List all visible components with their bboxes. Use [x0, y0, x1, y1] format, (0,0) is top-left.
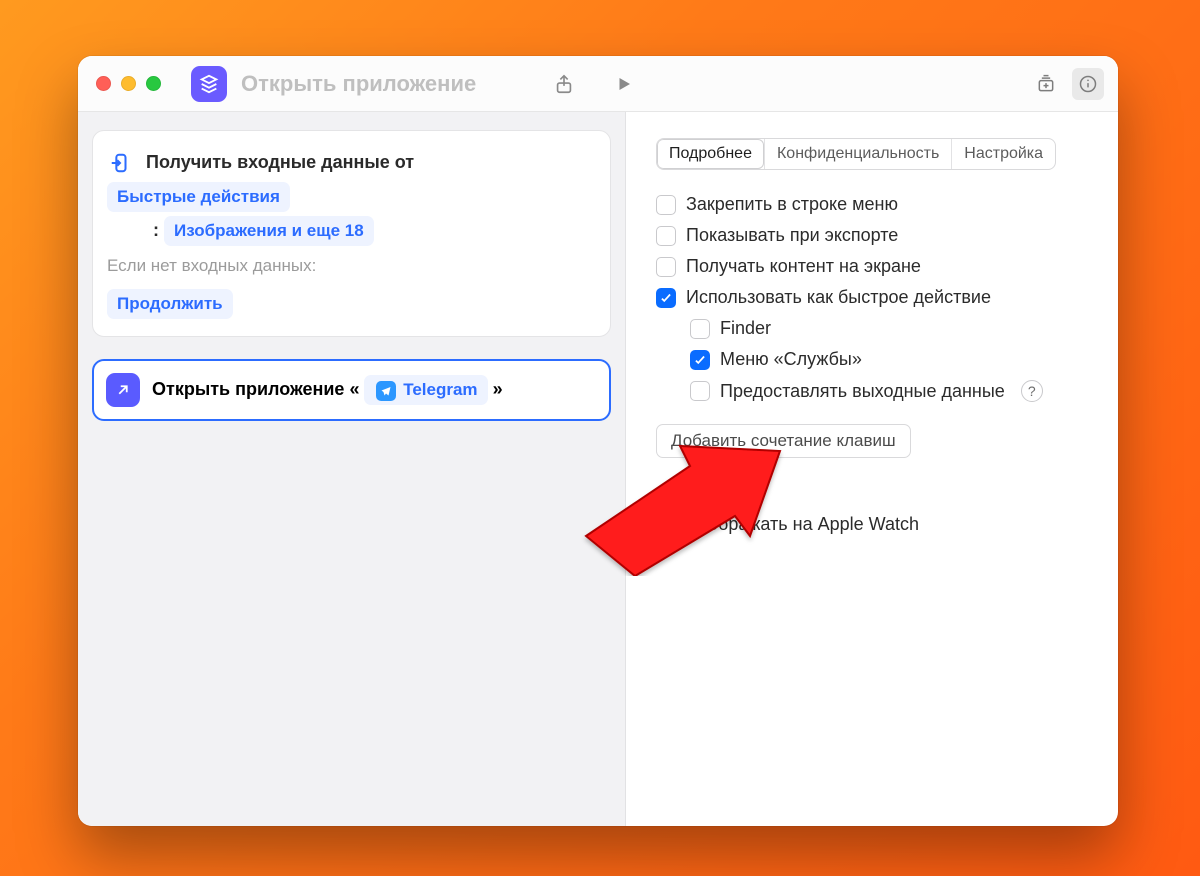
- checkbox[interactable]: [656, 515, 676, 535]
- checkbox[interactable]: [690, 350, 710, 370]
- checkbox[interactable]: [656, 288, 676, 308]
- opt-pin-menu[interactable]: Закрепить в строке меню: [656, 194, 1088, 215]
- open-app-label: Открыть приложение « Telegram »: [152, 375, 503, 405]
- share-button[interactable]: [546, 66, 582, 102]
- opt-provides-output[interactable]: Предоставлять выходные данные ?: [690, 380, 1088, 402]
- tab-details[interactable]: Подробнее: [657, 139, 764, 169]
- opt-finder[interactable]: Finder: [690, 318, 1088, 339]
- window-body: Получить входные данные от Быстрые дейст…: [78, 112, 1118, 826]
- titlebar: Открыть приложение: [78, 56, 1118, 112]
- opt-use-as-quick-action[interactable]: Использовать как быстрое действие: [656, 287, 1088, 308]
- add-keyboard-shortcut-button[interactable]: Добавить сочетание клавиш: [656, 424, 911, 458]
- opt-show-on-watch[interactable]: Отображать на Apple Watch: [656, 514, 1088, 535]
- if-no-inputs-label: Если нет входных данных:: [107, 248, 594, 282]
- checkbox[interactable]: [656, 257, 676, 277]
- opt-label: Отображать на Apple Watch: [686, 514, 919, 535]
- opt-label: Получать контент на экране: [686, 256, 921, 277]
- opt-label: Использовать как быстрое действие: [686, 287, 991, 308]
- info-sidebar-button[interactable]: [1072, 68, 1104, 100]
- inputs-prefix: Получить входные данные от: [146, 152, 414, 172]
- tab-setup[interactable]: Настройка: [951, 139, 1055, 169]
- open-app-suffix: »: [493, 379, 503, 399]
- opt-label: Показывать при экспорте: [686, 225, 898, 246]
- sidebar-tabs: Подробнее Конфиденциальность Настройка: [656, 138, 1056, 170]
- shortcut-app-icon: [191, 66, 227, 102]
- colon: :: [153, 220, 159, 240]
- library-button[interactable]: [1030, 68, 1062, 100]
- editor-pane: Получить входные данные от Быстрые дейст…: [78, 112, 626, 826]
- input-icon: [107, 150, 133, 176]
- tab-privacy[interactable]: Конфиденциальность: [764, 139, 951, 169]
- traffic-lights: [78, 76, 161, 91]
- checkbox[interactable]: [656, 226, 676, 246]
- telegram-app-label: Telegram: [403, 380, 477, 399]
- section-apple-watch: Apple Watch: [656, 484, 1088, 504]
- inputs-card: Получить входные данные от Быстрые дейст…: [92, 130, 611, 337]
- opt-label: Меню «Службы»: [720, 349, 862, 370]
- input-types-token[interactable]: Изображения и еще 18: [164, 216, 374, 246]
- open-app-prefix: Открыть приложение «: [152, 379, 359, 399]
- opt-services-menu[interactable]: Меню «Службы»: [690, 349, 1088, 370]
- checkbox[interactable]: [690, 319, 710, 339]
- opt-show-export[interactable]: Показывать при экспорте: [656, 225, 1088, 246]
- options-list: Закрепить в строке меню Показывать при э…: [656, 194, 1088, 402]
- opt-label: Предоставлять выходные данные: [720, 381, 1005, 402]
- telegram-app-token[interactable]: Telegram: [364, 375, 487, 405]
- opt-onscreen-content[interactable]: Получать контент на экране: [656, 256, 1088, 277]
- telegram-icon: [376, 381, 396, 401]
- close-window-button[interactable]: [96, 76, 111, 91]
- continue-token[interactable]: Продолжить: [107, 289, 233, 319]
- window-title: Открыть приложение: [241, 71, 476, 97]
- checkbox[interactable]: [690, 381, 710, 401]
- zoom-window-button[interactable]: [146, 76, 161, 91]
- open-app-icon: [106, 373, 140, 407]
- opt-label: Finder: [720, 318, 771, 339]
- run-button[interactable]: [606, 66, 642, 102]
- toolbar-left-group: [546, 66, 642, 102]
- help-icon[interactable]: ?: [1021, 380, 1043, 402]
- opt-label: Закрепить в строке меню: [686, 194, 898, 215]
- quick-actions-token[interactable]: Быстрые действия: [107, 182, 290, 212]
- checkbox[interactable]: [656, 195, 676, 215]
- toolbar-right-group: [1030, 68, 1104, 100]
- info-sidebar: Подробнее Конфиденциальность Настройка З…: [626, 112, 1118, 826]
- minimize-window-button[interactable]: [121, 76, 136, 91]
- app-window: Открыть приложение: [78, 56, 1118, 826]
- open-app-action[interactable]: Открыть приложение « Telegram »: [92, 359, 611, 421]
